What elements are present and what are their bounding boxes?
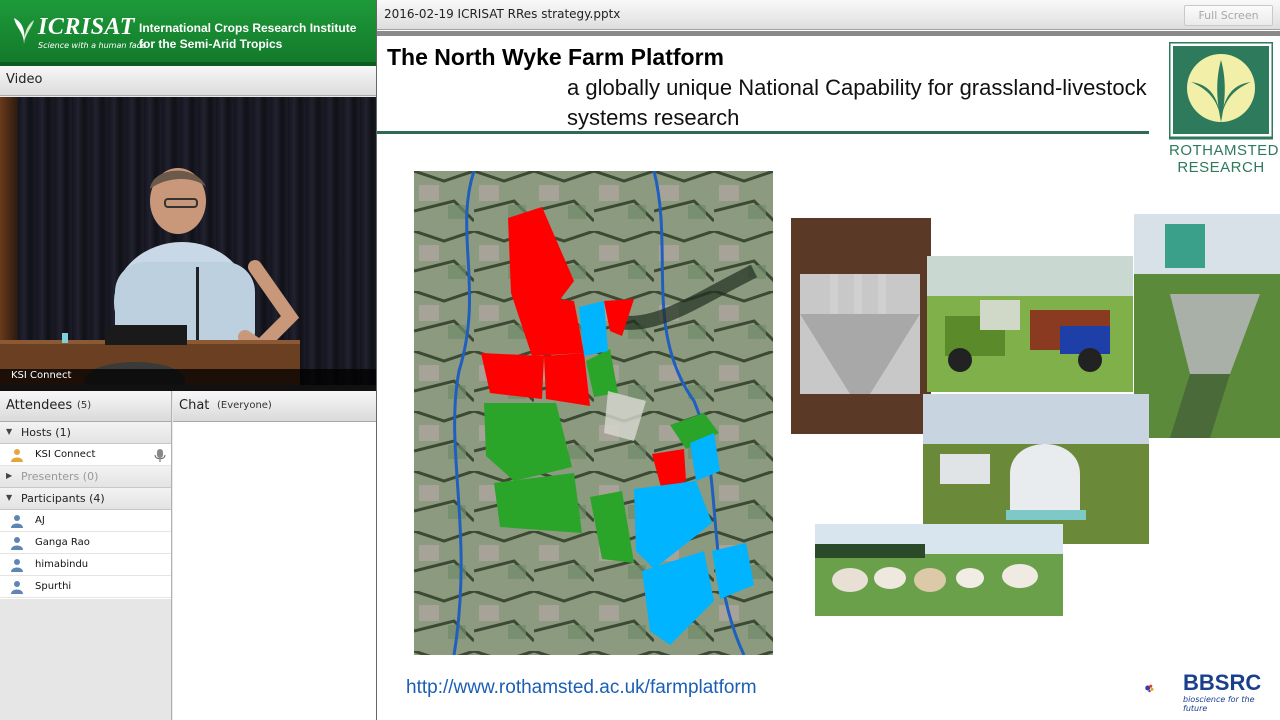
share-pod: 2016-02-19 ICRISAT RRes strategy.pptx Fu… [376,0,1280,720]
slide-subtitle: a globally unique National Capability fo… [567,75,1147,130]
group-label: Participants (4) [21,492,105,505]
host-user-icon [11,449,23,462]
attendee-name: KSI Connect [35,449,96,460]
institute-name: International Crops Research Institute f… [139,20,356,52]
rothamsted-name-line1: ROTHAMSTED [1169,142,1279,159]
red-field [481,353,544,399]
list-item[interactable]: himabindu [0,554,171,576]
group-hosts[interactable]: ▼ Hosts (1) [0,422,171,444]
full-screen-button[interactable]: Full Screen [1184,5,1273,26]
attendee-name: Spurthi [35,581,72,592]
cattle-photo [815,524,1063,616]
farm-aerial-map [414,171,773,655]
user-icon [11,515,23,528]
share-pod-header: 2016-02-19 ICRISAT RRes strategy.pptx Fu… [377,0,1280,30]
group-label: Hosts (1) [21,426,71,439]
shared-filename: 2016-02-19 ICRISAT RRes strategy.pptx [384,7,621,21]
presenter-video-frame [0,168,300,385]
group-presenters[interactable]: ▶ Presenters (0) [0,466,171,488]
expanded-arrow-icon: ▼ [6,493,13,502]
attendees-empty-area [0,599,171,720]
video-pod-header[interactable]: Video [0,66,376,96]
list-item[interactable]: AJ [0,510,171,532]
bbsrc-logo-icon [1145,684,1154,693]
list-item[interactable]: Ganga Rao [0,532,171,554]
collapsed-arrow-icon: ▶ [6,471,13,480]
rothamsted-name-line2: RESEARCH [1177,159,1265,176]
icrisat-logo-word: ICRISAT [38,14,135,40]
icrisat-tagline: Science with a human face [38,41,147,50]
harvester-photo [927,256,1133,392]
attendee-name: Ganga Rao [35,537,90,548]
user-icon [11,559,23,572]
list-item[interactable]: KSI Connect [0,444,171,466]
icrisat-leaf-icon [14,18,34,44]
video-caption-text: KSI Connect [11,370,72,381]
farm-platform-link[interactable]: http://www.rothamsted.ac.uk/farmplatform [406,677,757,699]
chat-pod: Chat (Everyone) [173,391,376,720]
video-feed[interactable]: KSI Connect [0,97,376,385]
chat-pod-header[interactable]: Chat (Everyone) [173,391,376,422]
attendee-name: AJ [35,515,45,526]
user-icon [11,537,23,550]
flume-photo [791,218,931,434]
video-caption-bar: KSI Connect [0,369,376,385]
chat-messages-area[interactable] [173,422,376,720]
group-participants[interactable]: ▼ Participants (4) [0,488,171,510]
chat-scope[interactable]: (Everyone) [217,400,272,411]
expanded-arrow-icon: ▼ [6,427,13,436]
group-label: Presenters (0) [21,470,99,483]
slide-title: The North Wyke Farm Platform [387,44,724,70]
attendees-pod-header[interactable]: Attendees (5) [0,391,171,422]
photo-collage [791,214,1280,616]
attendees-pod: Attendees (5) ▼ Hosts (1) KSI Connect ▶ … [0,391,172,720]
institute-name-line1: International Crops Research Institute [139,21,357,35]
green-field [494,473,582,533]
attendees-count: (5) [77,400,92,411]
attendee-name: himabindu [35,559,89,570]
rothamsted-name: ROTHAMSTED RESEARCH [1169,142,1279,176]
user-icon [11,581,23,594]
attendees-pod-title: Attendees [6,398,73,413]
gas-chamber-photo [923,394,1149,544]
icrisat-banner: ICRISAT Science with a human face Intern… [0,0,376,66]
list-item[interactable]: Spurthi [0,576,171,598]
left-panel: ICRISAT Science with a human face Intern… [0,0,376,720]
video-pod-title: Video [6,72,43,87]
presentation-slide[interactable]: The North Wyke Farm Platform a globally … [377,36,1280,720]
bbsrc-tagline: bioscience for the future [1183,695,1255,713]
institute-name-line2: for the Semi-Arid Tropics [139,37,283,51]
microphone-icon[interactable] [152,447,168,463]
bbsrc-logo-word: BBSRC [1183,670,1262,695]
red-field [544,353,590,406]
chat-pod-title: Chat [179,398,210,413]
blue-field [579,301,608,356]
slide-title-rule [377,131,1149,134]
monitoring-station-photo [1134,214,1280,438]
